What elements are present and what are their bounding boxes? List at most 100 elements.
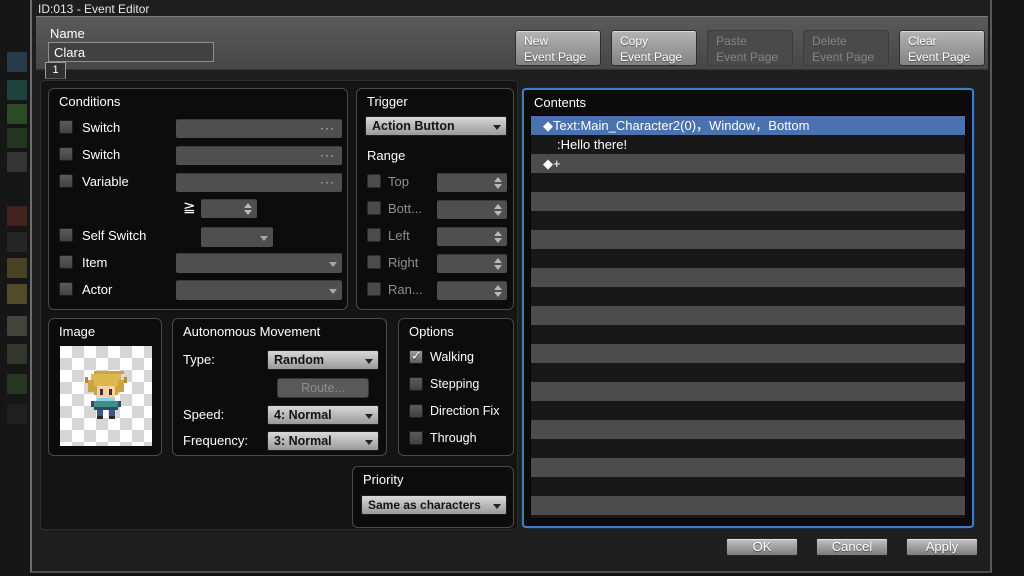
clear-event-page-button[interactable]: Clear Event Page	[899, 30, 985, 66]
image-panel: Image	[48, 318, 162, 456]
self-switch-dropdown[interactable]	[201, 227, 273, 247]
dropdown-arrow-icon	[365, 440, 373, 445]
type-dropdown[interactable]: Random	[267, 350, 379, 370]
contents-title: Contents	[534, 95, 586, 110]
spinner-arrows-icon	[494, 176, 503, 190]
name-label: Name	[50, 26, 85, 41]
direction-fix-checkbox[interactable]	[409, 404, 423, 418]
speed-dropdown[interactable]: 4: Normal	[267, 405, 379, 425]
speed-label: Speed:	[183, 407, 224, 422]
image-picker[interactable]	[60, 346, 152, 446]
contents-line-add-command[interactable]: ◆+	[531, 154, 965, 173]
background-tile	[7, 152, 27, 172]
background-tile	[7, 284, 27, 304]
stepping-label: Stepping	[430, 377, 479, 391]
range-bottom-label: Bott...	[388, 201, 422, 216]
range-left-checkbox	[367, 228, 381, 242]
contents-line-text-body[interactable]: :Hello there!	[531, 135, 965, 154]
item-label: Item	[82, 255, 107, 270]
stepping-checkbox[interactable]	[409, 377, 423, 391]
image-title: Image	[59, 324, 95, 339]
background-tile	[7, 374, 27, 394]
variable-field[interactable]: ···	[176, 173, 342, 192]
range-random-label: Ran...	[388, 282, 423, 297]
switch2-checkbox[interactable]	[59, 147, 73, 161]
item-dropdown[interactable]	[176, 253, 342, 273]
spinner-arrows-icon	[494, 203, 503, 217]
trigger-panel: Trigger Action Button Range Top Bott... …	[356, 88, 514, 310]
gte-operator: ≧	[183, 198, 196, 216]
self-switch-checkbox[interactable]	[59, 228, 73, 242]
contents-line-text-command[interactable]: ◆Text:Main_Character2(0)，Window，Bottom	[531, 116, 965, 135]
range-title: Range	[367, 148, 405, 163]
delete-event-page-button: Delete Event Page	[803, 30, 889, 66]
spinner-arrows-icon	[494, 230, 503, 244]
switch2-label: Switch	[82, 147, 120, 162]
background-tile	[7, 104, 27, 124]
new-event-page-button[interactable]: New Event Page	[515, 30, 601, 66]
apply-button[interactable]: Apply	[906, 538, 978, 556]
ok-button[interactable]: OK	[726, 538, 798, 556]
button-label-line: Event Page	[716, 50, 792, 66]
self-switch-label: Self Switch	[82, 228, 146, 243]
switch1-label: Switch	[82, 120, 120, 135]
priority-value: Same as characters	[368, 496, 481, 514]
trigger-dropdown[interactable]: Action Button	[365, 116, 507, 136]
range-random-spinner	[437, 281, 507, 300]
background-tile	[7, 258, 27, 278]
autonomous-movement-panel: Autonomous Movement Type: Random Route..…	[172, 318, 387, 456]
paste-event-page-button: Paste Event Page	[707, 30, 793, 66]
actor-checkbox[interactable]	[59, 282, 73, 296]
type-value: Random	[274, 351, 324, 369]
through-checkbox[interactable]	[409, 431, 423, 445]
actor-dropdown[interactable]	[176, 280, 342, 300]
button-label-line: Event Page	[908, 50, 984, 66]
dialog-title: ID:013 - Event Editor	[38, 2, 149, 16]
range-left-spinner	[437, 227, 507, 246]
range-top-spinner	[437, 173, 507, 192]
background-tile	[7, 206, 27, 226]
contents-list[interactable]: ◆Text:Main_Character2(0)，Window，Bottom :…	[530, 115, 966, 519]
dropdown-arrow-icon	[365, 414, 373, 419]
range-right-spinner	[437, 254, 507, 273]
button-label-line: Event Page	[524, 50, 600, 66]
trigger-title: Trigger	[367, 94, 408, 109]
route-button: Route...	[277, 378, 369, 398]
button-label-line: Copy	[620, 34, 696, 50]
switch1-checkbox[interactable]	[59, 120, 73, 134]
variable-checkbox[interactable]	[59, 174, 73, 188]
dropdown-arrow-icon	[260, 236, 268, 241]
dropdown-arrow-icon	[493, 504, 501, 509]
background-tile	[7, 80, 27, 100]
page-tab-1[interactable]: 1	[45, 62, 66, 79]
variable-value-spinner[interactable]	[201, 199, 257, 218]
copy-event-page-button[interactable]: Copy Event Page	[611, 30, 697, 66]
background-tile	[7, 52, 27, 72]
options-title: Options	[409, 324, 454, 339]
priority-dropdown[interactable]: Same as characters	[361, 495, 507, 515]
spinner-arrows-icon[interactable]	[244, 202, 253, 216]
range-bottom-checkbox	[367, 201, 381, 215]
button-label-line: New	[524, 34, 600, 50]
walking-label: Walking	[430, 350, 474, 364]
ellipsis-icon: ···	[320, 120, 335, 137]
ellipsis-icon: ···	[320, 147, 335, 164]
frequency-dropdown[interactable]: 3: Normal	[267, 431, 379, 451]
variable-label: Variable	[82, 174, 129, 189]
cancel-button[interactable]: Cancel	[816, 538, 888, 556]
ellipsis-icon: ···	[320, 174, 335, 191]
contents-panel: Contents ◆Text:Main_Character2(0)，Window…	[522, 88, 974, 528]
range-right-label: Right	[388, 255, 418, 270]
switch1-field[interactable]: ···	[176, 119, 342, 138]
switch2-field[interactable]: ···	[176, 146, 342, 165]
dropdown-arrow-icon	[365, 359, 373, 364]
direction-fix-label: Direction Fix	[430, 404, 499, 418]
walking-checkbox[interactable]: ✓	[409, 350, 423, 364]
background-map-strip	[992, 0, 1024, 576]
frequency-value: 3: Normal	[274, 432, 332, 450]
item-checkbox[interactable]	[59, 255, 73, 269]
name-input[interactable]	[48, 42, 214, 62]
button-label-line: Paste	[716, 34, 792, 50]
conditions-title: Conditions	[59, 94, 120, 109]
autonomous-movement-title: Autonomous Movement	[183, 324, 320, 339]
